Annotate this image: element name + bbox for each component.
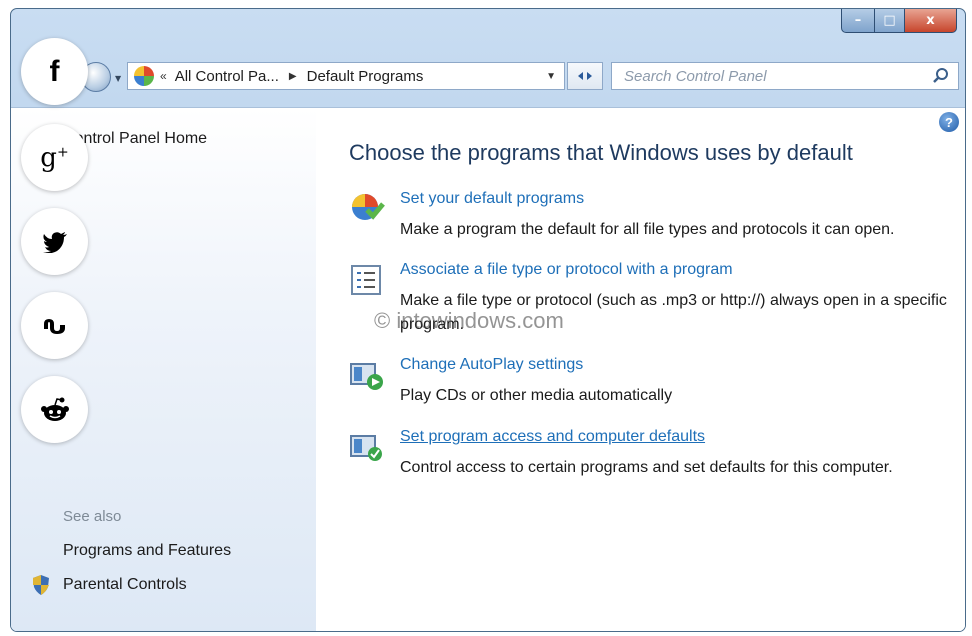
associate-file-type-link[interactable]: Associate a file type or protocol with a…	[400, 261, 733, 279]
search-input[interactable]	[622, 66, 922, 86]
content-area: Control Panel Home See also Programs and…	[11, 107, 965, 631]
stumbleupon-icon	[43, 318, 65, 334]
maximize-button[interactable]: □	[875, 9, 905, 33]
task-set-default-programs: Set your default programs Make a program…	[349, 190, 965, 250]
caption-buttons: – □ x	[841, 9, 957, 33]
close-button[interactable]: x	[905, 9, 957, 33]
program-access-icon	[350, 435, 382, 461]
twitter-share-button[interactable]	[21, 208, 88, 275]
watermark: © intowindows.com	[374, 308, 564, 333]
minimize-button[interactable]: –	[841, 9, 875, 33]
refresh-icon	[578, 72, 592, 80]
control-panel-window: – □ x ▼ « All Control Pa... ▶ Default Pr…	[10, 8, 966, 632]
navigation-bar: ▼ « All Control Pa... ▶ Default Programs…	[11, 54, 965, 99]
program-access-description: Control access to certain programs and s…	[400, 459, 893, 476]
address-bar[interactable]: « All Control Pa... ▶ Default Programs ▼	[127, 62, 565, 90]
set-default-programs-link[interactable]: Set your default programs	[400, 190, 584, 208]
address-dropdown-icon[interactable]: ▼	[546, 71, 556, 82]
title-bar[interactable]: – □ x	[11, 9, 965, 54]
reddit-icon	[40, 397, 69, 421]
facebook-share-button[interactable]: f	[21, 38, 88, 105]
change-autoplay-description: Play CDs or other media automatically	[400, 387, 673, 404]
breadcrumb-all-control-panel[interactable]: All Control Pa...	[175, 68, 279, 85]
stumbleupon-share-button[interactable]	[21, 292, 88, 359]
file-association-icon	[351, 265, 381, 295]
see-also-label: See also	[63, 508, 122, 525]
control-panel-icon	[134, 66, 154, 86]
parental-controls-link[interactable]: Parental Controls	[63, 576, 187, 594]
recent-pages-dropdown[interactable]: ▼	[115, 74, 121, 83]
autoplay-icon	[350, 363, 383, 390]
facebook-icon: f	[49, 54, 60, 88]
breadcrumb-overflow-icon[interactable]: «	[160, 69, 167, 83]
page-title: Choose the programs that Windows uses by…	[349, 140, 853, 165]
reddit-share-button[interactable]	[21, 376, 88, 443]
search-icon[interactable]	[932, 67, 950, 85]
main-pane: ? Choose the programs that Windows uses …	[316, 108, 965, 631]
google-plus-share-button[interactable]: g+	[21, 124, 88, 191]
task-change-autoplay: Change AutoPlay settings Play CDs or oth…	[349, 356, 965, 416]
search-box[interactable]	[611, 62, 959, 90]
default-programs-icon	[352, 194, 385, 220]
twitter-icon	[42, 231, 67, 253]
breadcrumb-default-programs[interactable]: Default Programs	[307, 68, 424, 85]
breadcrumb-arrow-icon[interactable]: ▶	[289, 71, 297, 82]
programs-and-features-link[interactable]: Programs and Features	[63, 542, 231, 560]
google-plus-icon: g+	[40, 142, 69, 173]
set-default-programs-description: Make a program the default for all file …	[400, 221, 895, 238]
refresh-button[interactable]	[567, 62, 603, 90]
shield-icon	[33, 575, 49, 595]
help-icon[interactable]: ?	[939, 112, 959, 132]
change-autoplay-link[interactable]: Change AutoPlay settings	[400, 356, 583, 374]
program-access-link[interactable]: Set program access and computer defaults	[400, 428, 705, 446]
task-program-access: Set program access and computer defaults…	[349, 428, 965, 488]
